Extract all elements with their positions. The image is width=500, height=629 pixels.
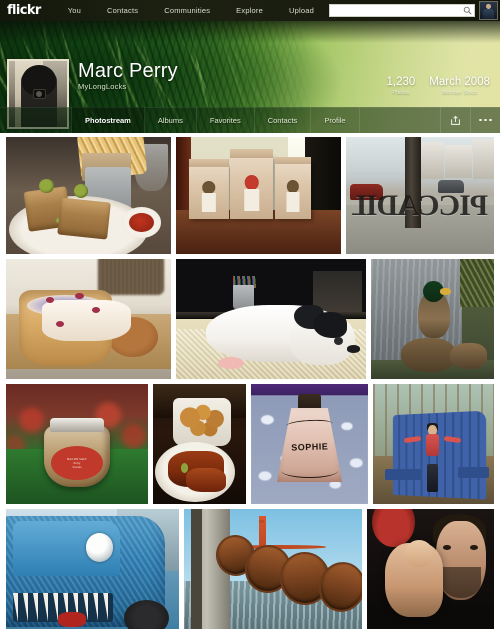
nav-link-contacts[interactable]: Contacts bbox=[94, 6, 151, 15]
stat-photos: 1,230 Photos bbox=[386, 76, 415, 96]
search-box[interactable] bbox=[329, 4, 475, 17]
stat-member-since-label: Member Since bbox=[441, 90, 478, 96]
photo-thumbnail bbox=[153, 384, 246, 504]
search-icon[interactable] bbox=[460, 5, 474, 16]
photo-thumbnail: PICCADILLY bbox=[346, 137, 494, 254]
photo-row: BACON SALT Perry Sweets SOPHIE bbox=[6, 384, 494, 504]
profile-tab-bar: Photostream Albums Favorites Contacts Pr… bbox=[0, 107, 500, 133]
photo-sandwich-and-fries[interactable] bbox=[6, 137, 171, 254]
photo-bbq-plate-onion-rings[interactable] bbox=[153, 384, 246, 504]
stat-member-since: March 2008 Member Since bbox=[429, 76, 490, 96]
tab-list: Photostream Albums Favorites Contacts Pr… bbox=[71, 107, 360, 133]
tab-favorites[interactable]: Favorites bbox=[197, 107, 255, 133]
avatar-camera-lens bbox=[36, 91, 42, 97]
photo-thumbnail bbox=[6, 137, 171, 254]
photo-street-window-lettering[interactable]: PICCADILLY bbox=[346, 137, 494, 254]
nav-user-avatar[interactable] bbox=[479, 1, 498, 20]
more-options-icon bbox=[479, 118, 492, 122]
jar-label: BACON SALT Perry Sweets bbox=[51, 446, 103, 480]
more-options-button[interactable] bbox=[470, 107, 500, 133]
search-input[interactable] bbox=[330, 5, 460, 16]
photo-puppy-on-rug[interactable] bbox=[176, 259, 366, 379]
photo-row bbox=[6, 259, 494, 379]
photo-row: PICCADILLY bbox=[6, 137, 494, 254]
page-title: Marc Perry bbox=[78, 60, 178, 82]
window-lettering: PICCADILLY bbox=[352, 189, 489, 223]
photo-thumbnail bbox=[6, 259, 171, 379]
cowbell-name-text: SOPHIE bbox=[290, 441, 329, 454]
tab-profile[interactable]: Profile bbox=[311, 107, 360, 133]
stat-photos-label: Photos bbox=[392, 90, 410, 96]
photo-thumbnail bbox=[6, 509, 179, 629]
photo-thumbnail bbox=[371, 259, 494, 379]
profile-identity: Marc Perry MyLongLocks bbox=[78, 60, 178, 91]
nav-links: You Contacts Communities Explore Upload bbox=[55, 6, 327, 15]
photo-thumbnail: BACON SALT Perry Sweets bbox=[6, 384, 148, 504]
nav-link-you[interactable]: You bbox=[55, 6, 94, 15]
photo-thumbnail: SOPHIE bbox=[251, 384, 368, 504]
photo-man-pointing[interactable] bbox=[367, 509, 494, 629]
banner-top-shadow bbox=[0, 21, 500, 43]
share-icon bbox=[450, 115, 461, 126]
profile-username: MyLongLocks bbox=[78, 82, 127, 91]
photo-thumbnail bbox=[176, 259, 366, 379]
photo-rusty-chain-golden-gate[interactable] bbox=[184, 509, 362, 629]
tab-bar-actions bbox=[440, 107, 500, 133]
photo-bacon-salt-jar[interactable]: BACON SALT Perry Sweets bbox=[6, 384, 148, 504]
photo-row bbox=[6, 509, 494, 629]
tab-photostream[interactable]: Photostream bbox=[71, 107, 145, 133]
profile-stats: 1,230 Photos March 2008 Member Since bbox=[386, 76, 490, 96]
photo-coffee-bags[interactable] bbox=[176, 137, 341, 254]
photo-blue-truck-shark-teeth[interactable] bbox=[6, 509, 179, 629]
top-navigation-bar: flickr You Contacts Communities Explore … bbox=[0, 0, 500, 21]
photo-thumbnail bbox=[373, 384, 494, 504]
photo-woman-on-blue-chair[interactable] bbox=[373, 384, 494, 504]
jar-label-line3: Sweets bbox=[72, 465, 82, 470]
flickr-profile-page: flickr You Contacts Communities Explore … bbox=[0, 0, 500, 629]
tab-contacts[interactable]: Contacts bbox=[255, 107, 312, 133]
nav-link-explore[interactable]: Explore bbox=[223, 6, 276, 15]
photo-sophie-cowbell[interactable]: SOPHIE bbox=[251, 384, 368, 504]
photo-thumbnail bbox=[176, 137, 341, 254]
photostream-grid: PICCADILLY bbox=[0, 133, 500, 629]
tab-albums[interactable]: Albums bbox=[145, 107, 197, 133]
share-button[interactable] bbox=[440, 107, 470, 133]
nav-link-communities[interactable]: Communities bbox=[151, 6, 223, 15]
photo-ducks-in-water[interactable] bbox=[371, 259, 494, 379]
photo-ice-cream-waffle-bowl[interactable] bbox=[6, 259, 171, 379]
stat-photos-value: 1,230 bbox=[386, 76, 416, 88]
stat-member-since-value: March 2008 bbox=[429, 76, 490, 88]
photo-thumbnail bbox=[367, 509, 494, 629]
photo-thumbnail bbox=[184, 509, 362, 629]
nav-link-upload[interactable]: Upload bbox=[276, 6, 327, 15]
flickr-logo[interactable]: flickr bbox=[7, 3, 41, 18]
